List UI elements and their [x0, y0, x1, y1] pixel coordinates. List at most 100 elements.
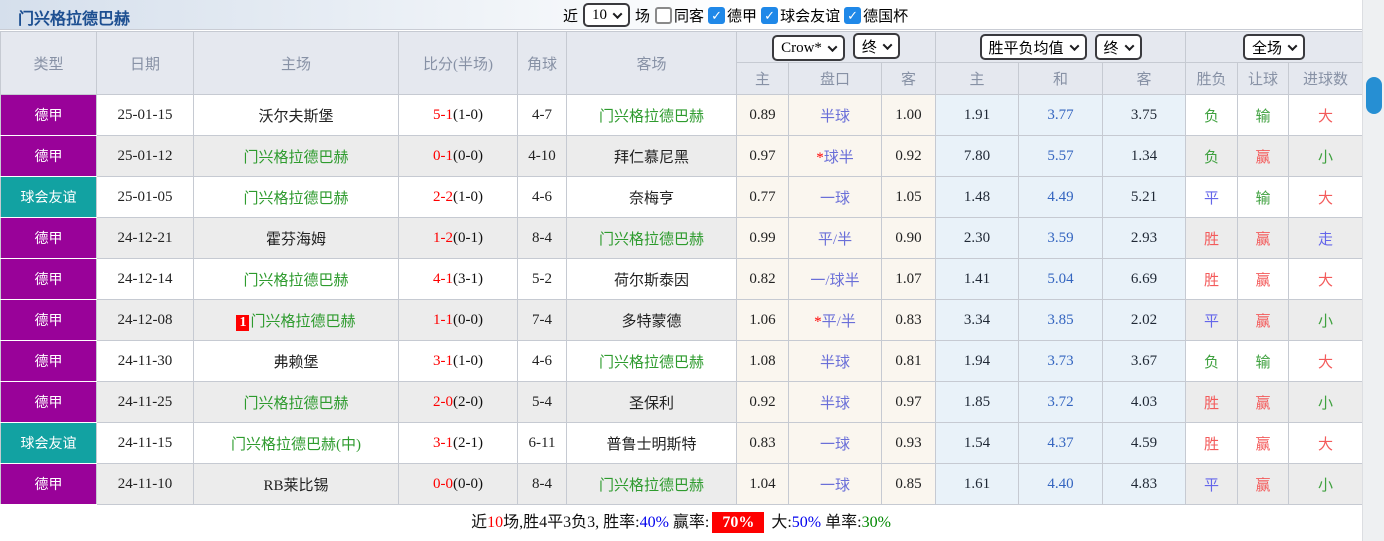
subcol-outcome: 胜负 [1185, 62, 1239, 95]
summary-footer: 近10场,胜4平3负3, 胜率:40% 赢率: 70% 大:50% 单率:30% [0, 506, 1362, 541]
outcome-cell: 负 [1185, 340, 1239, 382]
home-team: 门兴格拉德巴赫 [193, 381, 399, 423]
col-header-home: 主场 [193, 31, 399, 95]
away-odds: 1.00 [880, 94, 937, 136]
handicap-cell: *球半 [788, 135, 882, 177]
scope-select[interactable]: 全场 [1243, 34, 1306, 60]
avg-home: 1.85 [935, 381, 1020, 423]
col-header-corners: 角球 [517, 31, 567, 95]
top-bar: 门兴格拉德巴赫 近 10 场 ✓同客✓德甲✓球会友谊✓德国杯 [0, 0, 1362, 30]
avg-home: 3.34 [935, 299, 1020, 341]
match-date: 24-12-21 [96, 217, 194, 259]
avg-away: 1.34 [1102, 135, 1187, 177]
match-date: 25-01-15 [96, 94, 194, 136]
goals-result-cell: 小 [1288, 299, 1364, 341]
outcome-cell: 负 [1185, 135, 1239, 177]
home-team: 弗赖堡 [193, 340, 399, 382]
goals-result-cell: 大 [1288, 422, 1364, 464]
subcol-handicap: 盘口 [788, 62, 882, 95]
avg-home: 1.94 [935, 340, 1020, 382]
avg-away: 3.67 [1102, 340, 1187, 382]
near-label: 近 [563, 8, 579, 25]
vertical-scrollbar[interactable] [1362, 0, 1384, 541]
odds-time-select[interactable]: 终 [852, 33, 900, 59]
filter-checkbox[interactable]: ✓ [708, 6, 726, 24]
avg-away: 6.69 [1102, 258, 1187, 300]
handicap-result-cell: 输 [1237, 176, 1290, 218]
handicap-cell: 一球 [788, 176, 882, 218]
match-history-panel: 门兴格拉德巴赫 近 10 场 ✓同客✓德甲✓球会友谊✓德国杯 类型 日期 主场 … [0, 0, 1384, 541]
subcol-odds-home: 主 [736, 62, 789, 95]
odds-source-select[interactable]: Crow* [772, 35, 845, 61]
avg-home: 2.30 [935, 217, 1020, 259]
outcome-cell: 胜 [1185, 422, 1239, 464]
team-title: 门兴格拉德巴赫 [18, 11, 131, 28]
away-odds: 0.85 [880, 463, 937, 505]
avg-away: 3.75 [1102, 94, 1187, 136]
away-team: 拜仁慕尼黑 [566, 135, 737, 177]
filter-checkbox[interactable]: ✓ [655, 6, 673, 24]
match-count-select[interactable]: 10 [583, 3, 631, 27]
chevron-down-icon [827, 41, 838, 52]
match-date: 24-11-10 [96, 463, 194, 505]
away-odds: 0.92 [880, 135, 937, 177]
chevron-down-icon [1287, 40, 1298, 51]
away-team: 奈梅亨 [566, 176, 737, 218]
home-team: 1 门兴格拉德巴赫 [193, 299, 399, 341]
games-label: 场 [635, 8, 651, 25]
home-team: RB莱比锡 [193, 463, 399, 505]
scrollbar-thumb[interactable] [1366, 77, 1382, 114]
avg-home: 1.54 [935, 422, 1020, 464]
match-date: 24-12-08 [96, 299, 194, 341]
handicap-cell: 一球 [788, 463, 882, 505]
away-team: 圣保利 [566, 381, 737, 423]
score-cell: 2-2(1-0) [398, 176, 518, 218]
home-odds: 0.82 [736, 258, 789, 300]
outcome-cell: 平 [1185, 176, 1239, 218]
avg-type-select[interactable]: 胜平负均值 [979, 34, 1087, 60]
star-mark: * [816, 149, 824, 166]
avg-away: 5.21 [1102, 176, 1187, 218]
filter-checkbox-group: ✓同客✓德甲✓球会友谊✓德国杯 [655, 5, 908, 26]
goals-result-cell: 大 [1288, 176, 1364, 218]
outcome-cell: 胜 [1185, 258, 1239, 300]
avg-away: 4.03 [1102, 381, 1187, 423]
filter-label: 德甲 [727, 8, 758, 25]
away-team: 门兴格拉德巴赫 [566, 217, 737, 259]
avg-draw: 4.37 [1018, 422, 1104, 464]
avg-home: 7.80 [935, 135, 1020, 177]
league-badge: 德甲 [0, 299, 97, 341]
col-header-away: 客场 [566, 31, 737, 95]
filter-checkbox[interactable]: ✓ [844, 6, 862, 24]
away-team: 多特蒙德 [566, 299, 737, 341]
outcome-cell: 平 [1185, 463, 1239, 505]
match-row: 德甲 25-01-12 门兴格拉德巴赫 0-1(0-0) 4-10 拜仁慕尼黑 0.97 *球… [0, 135, 1364, 177]
match-row: 德甲 24-11-30 弗赖堡 3-1(1-0) 4-6 门兴格拉德巴赫 1.08 半球 0.8… [0, 340, 1364, 382]
avg-draw: 3.77 [1018, 94, 1104, 136]
goals-result-cell: 小 [1288, 135, 1364, 177]
handicap-cell: 一/球半 [788, 258, 882, 300]
away-team: 门兴格拉德巴赫 [566, 94, 737, 136]
handicap-result-cell: 赢 [1237, 258, 1290, 300]
avg-away: 4.83 [1102, 463, 1187, 505]
summary-segment: 50% [791, 514, 822, 531]
corners-cell: 4-7 [517, 94, 567, 136]
handicap-cell: 半球 [788, 381, 882, 423]
match-row: 球会友谊 24-11-15 门兴格拉德巴赫(中) 3-1(2-1) 6-11 普鲁士明斯特… [0, 422, 1364, 464]
goals-result-cell: 走 [1288, 217, 1364, 259]
goals-result-cell: 小 [1288, 463, 1364, 505]
away-odds: 0.83 [880, 299, 937, 341]
avg-time-select[interactable]: 终 [1094, 34, 1142, 60]
summary-segment: 赢率: [668, 514, 710, 531]
filter-checkbox[interactable]: ✓ [761, 6, 779, 24]
avg-home: 1.48 [935, 176, 1020, 218]
match-date: 24-12-14 [96, 258, 194, 300]
subcol-avg-home: 主 [935, 62, 1020, 95]
league-badge: 球会友谊 [0, 176, 97, 218]
score-cell: 1-1(0-0) [398, 299, 518, 341]
goals-result-cell: 大 [1288, 258, 1364, 300]
corners-cell: 8-4 [517, 217, 567, 259]
handicap-result-cell: 输 [1237, 94, 1290, 136]
col-header-score: 比分(半场) [398, 31, 518, 95]
match-row: 德甲 24-12-08 1 门兴格拉德巴赫 1-1(0-0) 7-4 多特蒙德 1.06 *平/… [0, 299, 1364, 341]
